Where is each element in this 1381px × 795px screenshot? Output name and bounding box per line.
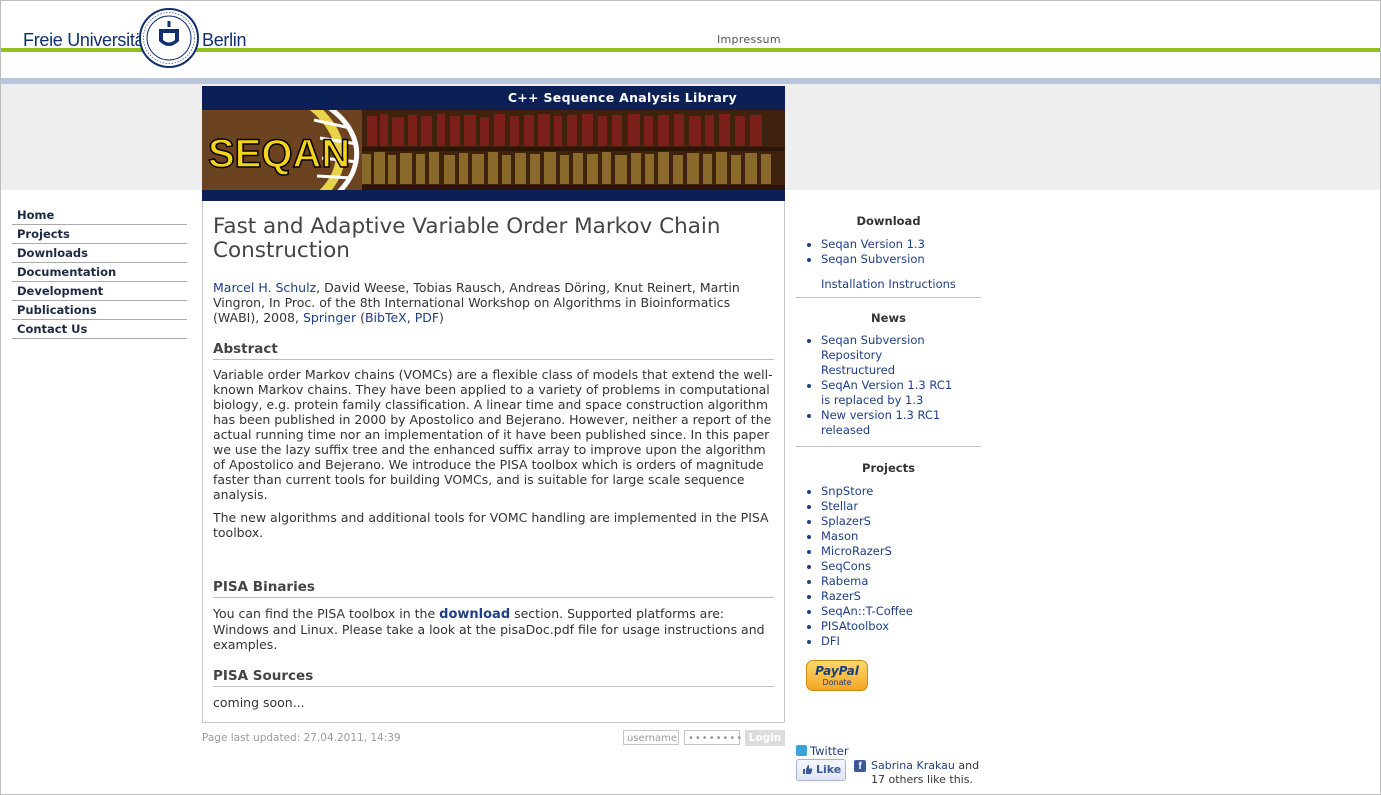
- binaries-paragraph: You can find the PISA toolbox in the dow…: [213, 606, 774, 652]
- seqan-banner[interactable]: C++ Sequence Analysis Library SEQAN: [202, 86, 785, 201]
- download-box: Download Seqan Version 1.3 Seqan Subvers…: [796, 206, 981, 298]
- download-item[interactable]: Seqan Subversion: [796, 252, 981, 267]
- username-input[interactable]: username: [623, 730, 679, 745]
- nav-item-home[interactable]: Home: [12, 206, 187, 225]
- nav-item-projects[interactable]: Projects: [12, 225, 187, 244]
- pdf-link[interactable]: PDF: [415, 310, 439, 325]
- project-item[interactable]: PISAtoolbox: [796, 619, 981, 634]
- left-navigation: Home Projects Downloads Documentation De…: [12, 206, 187, 339]
- main-content: Fast and Adaptive Variable Order Markov …: [202, 201, 785, 723]
- paren-close: ): [439, 310, 444, 325]
- nav-item-documentation[interactable]: Documentation: [12, 263, 187, 282]
- comma-separator: ,: [406, 310, 415, 325]
- right-sidebar: Download Seqan Version 1.3 Seqan Subvers…: [796, 206, 981, 649]
- banner-title: C++ Sequence Analysis Library: [507, 90, 737, 105]
- abstract-paragraph-2: The new algorithms and additional tools …: [213, 510, 769, 540]
- login-button[interactable]: Login: [745, 730, 785, 746]
- project-item[interactable]: RazerS: [796, 589, 981, 604]
- university-seal-icon[interactable]: [139, 7, 199, 69]
- facebook-like-count: Sabrina Krakau and 17 others like this.: [871, 759, 986, 787]
- facebook-like-button[interactable]: Like: [796, 759, 846, 781]
- projects-box: Projects SnpStore Stellar SplazerS Mason…: [796, 447, 981, 649]
- project-item[interactable]: Stellar: [796, 499, 981, 514]
- sources-heading: PISA Sources: [213, 668, 774, 687]
- project-item[interactable]: SeqCons: [796, 559, 981, 574]
- twitter-icon: [796, 745, 807, 756]
- nav-item-contact-us[interactable]: Contact Us: [12, 320, 187, 339]
- site-header: Freie Universität Berlin Impressum: [1, 1, 1380, 53]
- abstract-paragraph-1: Variable order Markov chains (VOMCs) are…: [213, 367, 773, 502]
- impressum-link[interactable]: Impressum: [717, 33, 781, 46]
- facebook-icon: f: [854, 760, 866, 772]
- sources-text: coming soon...: [213, 695, 305, 710]
- nav-item-development[interactable]: Development: [12, 282, 187, 301]
- nav-item-downloads[interactable]: Downloads: [12, 244, 187, 263]
- nav-item-publications[interactable]: Publications: [12, 301, 187, 320]
- installation-instructions-link[interactable]: Installation Instructions: [796, 277, 981, 292]
- password-input[interactable]: ••••••••: [684, 730, 742, 745]
- fb-and-text: and: [954, 759, 980, 772]
- like-label: Like: [816, 763, 842, 776]
- download-box-title: Download: [856, 214, 921, 228]
- paren-open: (: [356, 310, 365, 325]
- download-link[interactable]: download: [439, 607, 510, 622]
- projects-list: SnpStore Stellar SplazerS Mason MicroRaz…: [796, 484, 981, 649]
- page-title: Fast and Adaptive Variable Order Markov …: [213, 214, 721, 263]
- last-updated-text: Page last updated: 27.04.2011, 14:39: [202, 732, 401, 744]
- news-list: Seqan Subversion Repository Restructured…: [796, 333, 956, 438]
- project-item[interactable]: MicroRazerS: [796, 544, 981, 559]
- first-author-link[interactable]: Marcel H. Schulz: [213, 280, 316, 295]
- library-bookshelf-image: SEQAN: [202, 110, 785, 190]
- bibtex-link[interactable]: BibTeX: [365, 310, 407, 325]
- news-item[interactable]: Seqan Subversion Repository Restructured: [796, 333, 956, 378]
- abstract-heading: Abstract: [213, 341, 774, 360]
- news-item[interactable]: New version 1.3 RC1 released: [796, 408, 956, 438]
- header-accent-line: [1, 48, 1380, 52]
- facebook-user-link[interactable]: Sabrina Krakau: [871, 759, 955, 772]
- binaries-text-pre: You can find the PISA toolbox in the: [213, 606, 440, 621]
- project-item[interactable]: DFI: [796, 634, 981, 649]
- springer-link[interactable]: Springer: [303, 310, 356, 325]
- news-box-title: News: [871, 311, 906, 325]
- project-item[interactable]: Mason: [796, 529, 981, 544]
- project-item[interactable]: SplazerS: [796, 514, 981, 529]
- paypal-logo-text: PayPal: [815, 664, 859, 678]
- binaries-heading: PISA Binaries: [213, 579, 774, 598]
- project-item[interactable]: Rabema: [796, 574, 981, 589]
- project-item[interactable]: SnpStore: [796, 484, 981, 499]
- paypal-donate-label: Donate: [822, 678, 852, 687]
- author-list: Marcel H. Schulz, David Weese, Tobias Ra…: [213, 280, 774, 325]
- twitter-link[interactable]: Twitter: [796, 744, 849, 758]
- news-item[interactable]: SeqAn Version 1.3 RC1 is replaced by 1.3: [796, 378, 956, 408]
- thumbs-up-icon: [803, 765, 813, 774]
- svg-text:SEQAN: SEQAN: [208, 132, 350, 176]
- banner-bottom-strip: [202, 190, 785, 201]
- twitter-label: Twitter: [810, 744, 849, 758]
- project-item[interactable]: SeqAn::T-Coffee: [796, 604, 981, 619]
- projects-box-title: Projects: [862, 461, 915, 475]
- download-list: Seqan Version 1.3 Seqan Subversion: [796, 237, 981, 267]
- news-box: News Seqan Subversion Repository Restruc…: [796, 298, 981, 447]
- paypal-donate-button[interactable]: PayPal Donate: [806, 660, 868, 691]
- download-item[interactable]: Seqan Version 1.3: [796, 237, 981, 252]
- fb-others-text: 17 others like this.: [871, 773, 973, 786]
